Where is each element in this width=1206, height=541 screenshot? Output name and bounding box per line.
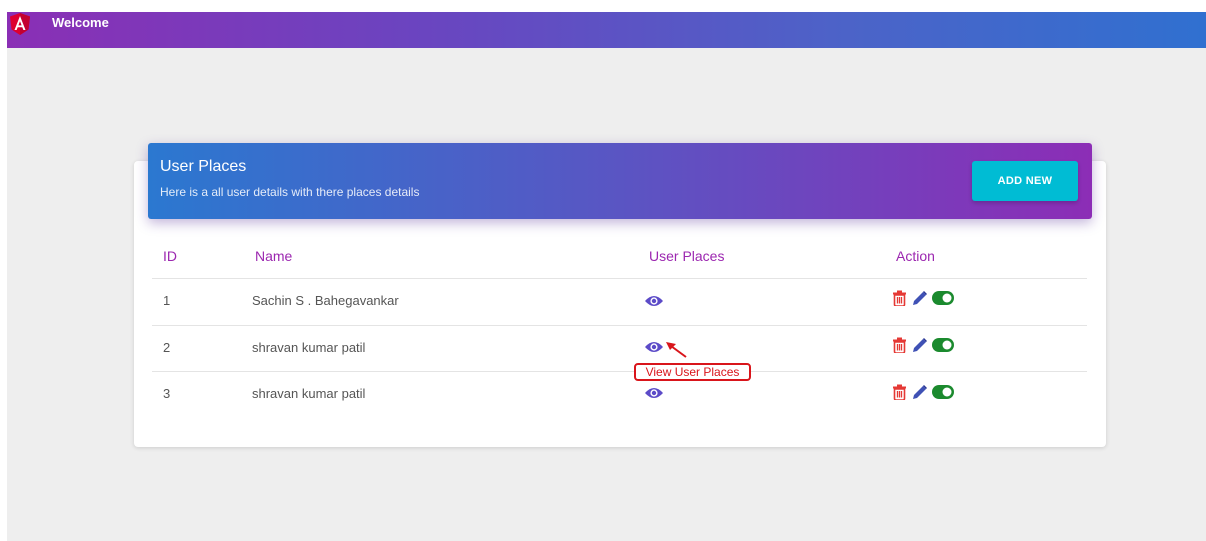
column-header-action: Action	[896, 248, 935, 264]
card-subtitle: Here is a all user details with there pl…	[160, 185, 420, 199]
view-places-eye-icon[interactable]	[644, 340, 664, 354]
delete-icon[interactable]	[893, 290, 906, 306]
column-header-user-places: User Places	[649, 248, 725, 264]
table-row-id: 1	[163, 293, 171, 308]
row-divider	[152, 371, 1087, 372]
annotation-arrow-icon	[666, 342, 687, 358]
card-title: User Places	[160, 158, 247, 175]
nav-title[interactable]: Welcome	[52, 15, 109, 30]
table-row-id: 3	[163, 386, 171, 401]
view-user-places-callout: View User Places	[634, 363, 751, 381]
edit-pencil-icon[interactable]	[912, 290, 928, 306]
delete-icon[interactable]	[893, 337, 906, 353]
view-places-eye-icon[interactable]	[644, 386, 664, 400]
row-divider	[152, 325, 1087, 326]
edit-pencil-icon[interactable]	[912, 384, 928, 400]
table-row-name: shravan kumar patil	[252, 340, 366, 355]
angular-logo-icon[interactable]	[10, 13, 30, 35]
status-toggle[interactable]	[932, 291, 954, 305]
column-header-name: Name	[255, 248, 293, 264]
table-row-name: Sachin S . Bahegavankar	[252, 293, 399, 308]
card-header: User Places Here is a all user details w…	[148, 143, 1092, 219]
row-divider	[152, 278, 1087, 279]
table-row-id: 2	[163, 340, 171, 355]
edit-pencil-icon[interactable]	[912, 337, 928, 353]
column-header-id: ID	[163, 248, 177, 264]
table-row-name: shravan kumar patil	[252, 386, 366, 401]
status-toggle[interactable]	[932, 338, 954, 352]
delete-icon[interactable]	[893, 384, 906, 400]
top-navbar	[7, 12, 1206, 48]
add-new-button[interactable]: ADD NEW	[972, 161, 1078, 201]
view-places-eye-icon[interactable]	[644, 294, 664, 308]
status-toggle[interactable]	[932, 385, 954, 399]
